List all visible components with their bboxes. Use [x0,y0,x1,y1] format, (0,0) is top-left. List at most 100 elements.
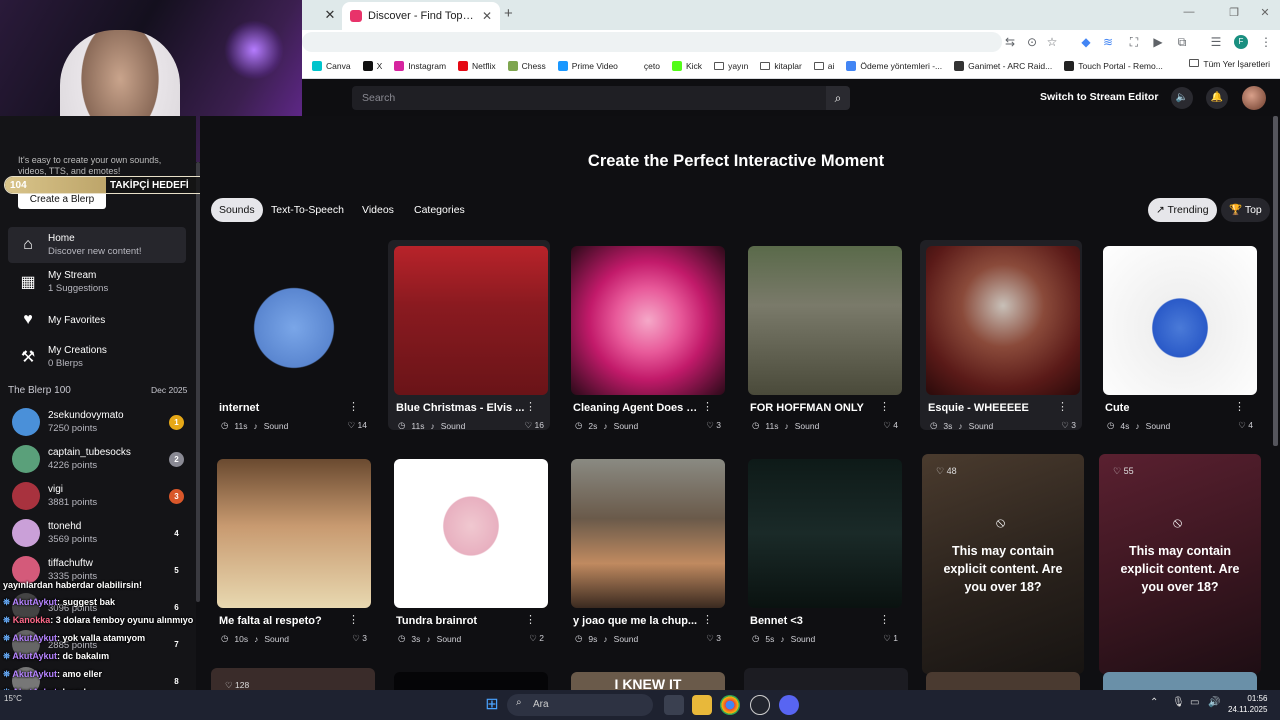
card-thumbnail[interactable] [217,459,371,608]
card-title[interactable]: Me falta al respeto? [219,615,349,627]
new-tab-icon[interactable]: + [504,6,520,22]
bookmark-item[interactable]: ai [813,61,834,71]
bookmark-item[interactable]: Prime Video [557,61,618,71]
bookmark-item[interactable]: Ödeme yöntemleri -... [846,61,942,71]
puzzle-icon[interactable]: ⧉ [1174,34,1190,50]
bookmark-item[interactable]: Chess [507,61,546,71]
window-close-icon[interactable]: ✕ [1256,6,1274,19]
explicit-card[interactable]: ♡ 48 ⦸ This may contain explicit content… [922,454,1084,674]
sidebar-item-creations[interactable]: ⚒ My Creations 0 Blerps [8,339,186,375]
card-title[interactable]: Tundra brainrot [396,615,526,627]
favorite-count[interactable]: ♡ 1 [883,633,898,644]
leaderboard-row[interactable]: ttonehd 3569 points 4 [12,515,184,551]
blerp-card[interactable]: Cleaning Agent Does O... ⋮ ◷ 2s ♪ Sound ♡ 3 [565,240,727,431]
chrome-icon[interactable] [720,695,740,715]
task-view-icon[interactable] [664,695,684,715]
blerp-card[interactable]: internet ⋮ ◷ 11s ♪ Sound ♡ 14 [211,240,373,431]
favorite-count[interactable]: ♡ 2 [529,633,544,644]
explicit-card[interactable]: ♡ 55 ⦸ This may contain explicit content… [1099,454,1261,674]
card-thumbnail[interactable] [571,459,725,608]
favorite-count[interactable]: ♡ 3 [1061,420,1076,431]
blerp-card[interactable]: y joao que me la chup... ⋮ ◷ 9s ♪ Sound ♡ 3 [565,453,727,644]
favorite-count[interactable]: ♡ 3 [352,633,367,644]
blerp-card[interactable]: Cute ⋮ ◷ 4s ♪ Sound ♡ 4 [1097,240,1259,431]
network-icon[interactable]: ▭ [1190,697,1199,708]
favorite-count[interactable]: ♡ 4 [1238,420,1253,431]
minimize-icon[interactable]: — [1180,6,1198,18]
sidebar-item-home[interactable]: ⌂ Home Discover new content! [8,227,186,263]
play-icon[interactable]: ▶ [1150,34,1166,50]
leaderboard-row[interactable]: 2sekundovymato 7250 points 1 [12,404,184,440]
active-tab[interactable]: Discover - Find Top Blerps, Stre ✕ [342,2,500,30]
blerp-card[interactable]: FOR HOFFMAN ONLY ⋮ ◷ 11s ♪ Sound ♡ 4 [742,240,904,431]
more-options-icon[interactable]: ⋮ [348,613,359,626]
more-options-icon[interactable]: ⋮ [702,400,713,413]
bell-icon[interactable]: 🔔 [1206,87,1228,109]
zoom-icon[interactable]: ⊙ [1024,34,1040,50]
main-scrollbar[interactable] [1273,116,1278,446]
sidebar-item-favorites[interactable]: ♥ My Favorites [8,302,186,338]
blerp-card[interactable]: Esquie - WHEEEEE ⋮ ◷ 3s ♪ Sound ♡ 3 [920,240,1082,431]
bookmark-item[interactable]: Canva [312,61,351,71]
more-options-icon[interactable]: ⋮ [1057,400,1068,413]
switch-editor-button[interactable]: Switch to Stream Editor [1040,91,1158,103]
search-input[interactable]: Search [352,86,826,110]
all-bookmarks[interactable]: Tüm Yer İşaretleri [1189,59,1270,69]
card-title[interactable]: Cleaning Agent Does O... [573,402,703,414]
filter-videos[interactable]: Videos [354,198,402,222]
extension-icon[interactable]: ◆ [1078,34,1094,50]
taskbar-search[interactable]: Ara [507,694,653,716]
favorite-count[interactable]: ♡ 3 [706,420,721,431]
url-field[interactable] [302,32,1002,52]
filter-tts[interactable]: Text-To-Speech [263,198,352,222]
card-title[interactable]: FOR HOFFMAN ONLY [750,402,880,414]
leaderboard-row[interactable]: vigi 3881 points 3 [12,478,184,514]
close-tab-icon[interactable]: ✕ [482,9,492,23]
card-title[interactable]: Esquie - WHEEEEE [928,402,1058,414]
discord-icon[interactable] [779,695,799,715]
profile-avatar[interactable]: F [1234,35,1248,49]
bookmark-item[interactable]: Ganimet - ARC Raid... [954,61,1052,71]
sort-trending[interactable]: ↗ Trending [1148,198,1217,222]
card-thumbnail[interactable] [394,459,548,608]
blerp-card[interactable]: Blue Christmas - Elvis ... ⋮ ◷ 11s ♪ Sound ♡ 1… [388,240,550,431]
card-thumbnail[interactable] [926,246,1080,395]
bookmark-item[interactable]: çeto [629,61,660,71]
card-title[interactable]: y joao que me la chup... [573,615,703,627]
translate-icon[interactable]: ⇆ [1002,34,1018,50]
card-thumbnail[interactable] [217,246,371,395]
bookmark-item[interactable]: Netflix [458,61,496,71]
more-options-icon[interactable]: ⋮ [525,613,536,626]
favorite-count[interactable]: ♡ 16 [525,420,544,431]
more-options-icon[interactable]: ⋮ [348,400,359,413]
card-thumbnail[interactable] [1103,246,1257,395]
close-icon[interactable]: ✕ [322,7,338,23]
leaderboard-row[interactable]: captain_tubesocks 4226 points 2 [12,441,184,477]
more-options-icon[interactable]: ⋮ [879,400,890,413]
bookmark-star-icon[interactable]: ☆ [1044,34,1060,50]
card-peek[interactable]: ♡ 128 [211,668,375,690]
clock[interactable]: 01:56 24.11.2025 [1228,693,1267,715]
audio-icon[interactable]: ≋ [1100,34,1116,50]
search-icon[interactable]: ⌕ [826,86,850,110]
card-thumbnail[interactable] [571,246,725,395]
favorite-count[interactable]: ♡ 3 [706,633,721,644]
bookmark-item[interactable]: X [362,61,382,71]
more-options-icon[interactable]: ⋮ [525,400,536,413]
bookmark-item[interactable]: Touch Portal - Remo... [1064,61,1163,71]
weather-widget[interactable]: 15°C [4,694,22,703]
more-options-icon[interactable]: ⋮ [702,613,713,626]
menu-dots-icon[interactable]: ⋮ [1258,34,1274,50]
favorite-count[interactable]: ♡ 4 [883,420,898,431]
card-thumbnail[interactable] [394,246,548,395]
blerp-card[interactable]: Tundra brainrot ⋮ ◷ 3s ♪ Sound ♡ 2 [388,453,550,644]
file-explorer-icon[interactable] [692,695,712,715]
bookmark-item[interactable]: kitaplar [760,61,802,71]
screenshot-icon[interactable]: ⛶ [1126,34,1142,50]
volume-icon[interactable]: 🔈 [1171,87,1193,109]
tab-search-icon[interactable]: ☰ [1208,34,1224,50]
card-thumbnail[interactable] [748,246,902,395]
bookmark-item[interactable]: yayın [714,61,748,71]
card-title[interactable]: Cute [1105,402,1235,414]
card-peek[interactable] [744,668,908,690]
